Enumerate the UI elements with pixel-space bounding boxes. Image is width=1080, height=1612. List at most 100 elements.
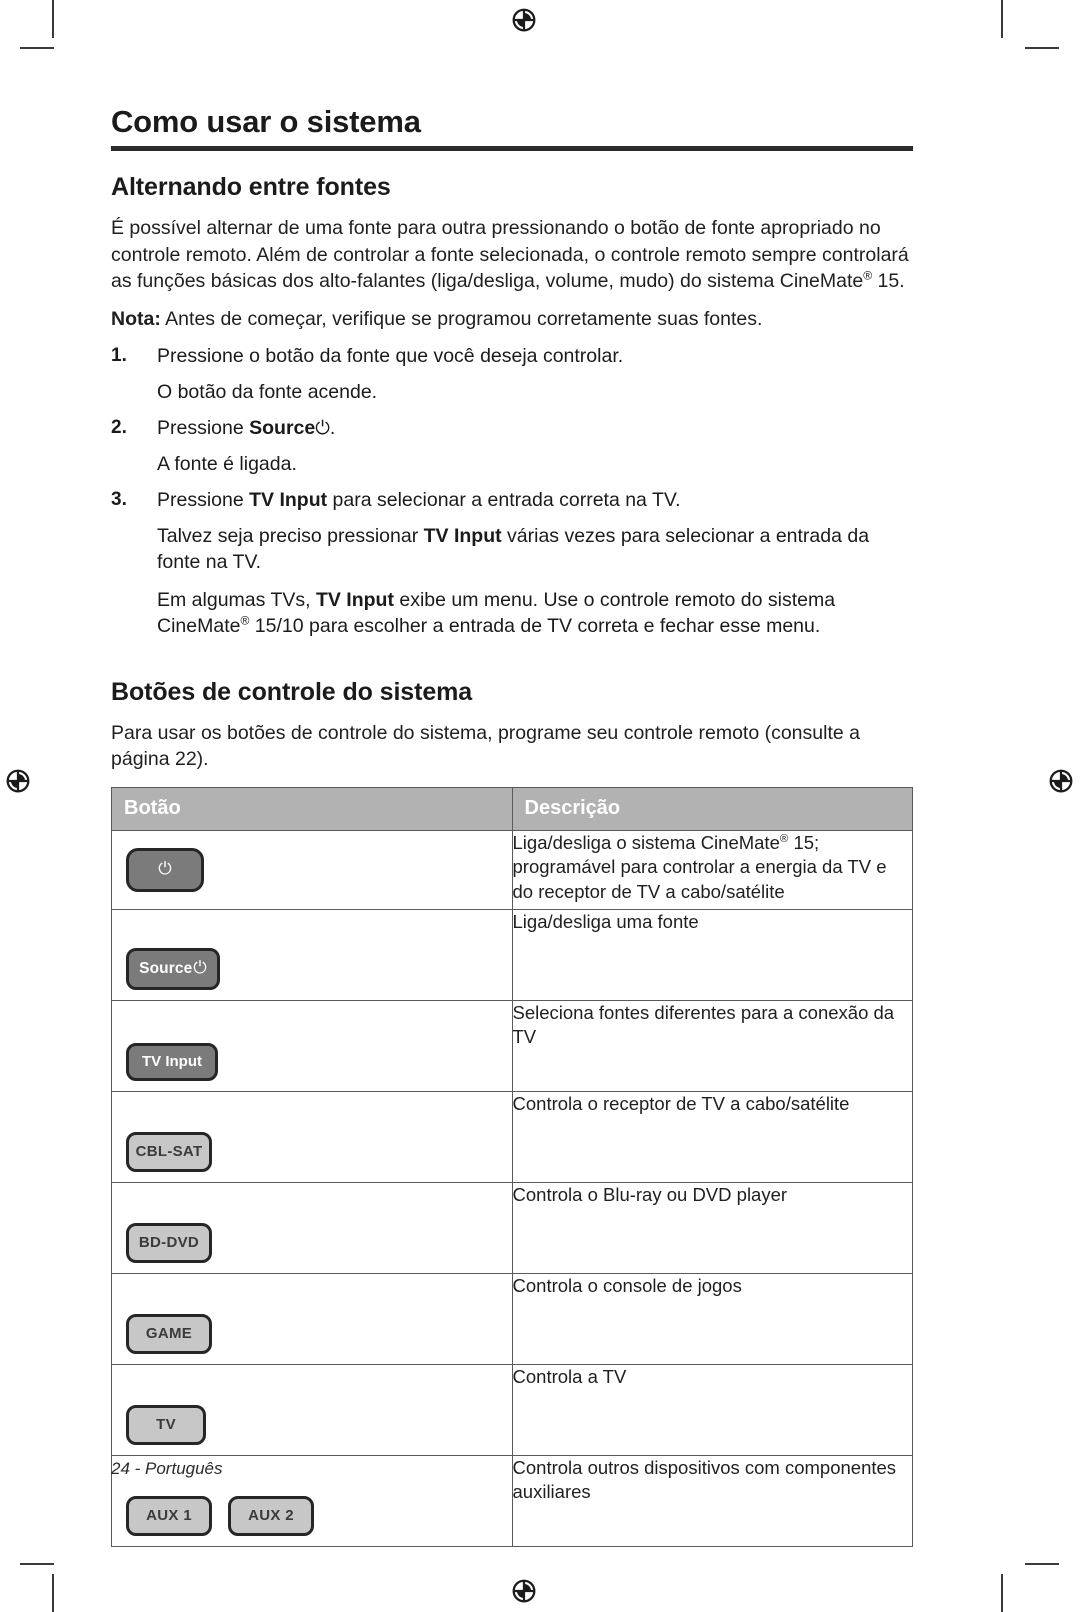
crop-mark-top-right-horizontal: [1025, 47, 1059, 49]
button-graphics-group: GAME: [112, 1274, 512, 1364]
description-text: Controla o console de jogos: [512, 1274, 742, 1296]
step-3-p3-c: 15/10 para escolher a entrada de TV corr…: [249, 615, 821, 638]
table-row: CBL-SAT Controla o receptor de TV a cabo/…: [111, 1090, 913, 1183]
step-3-paragraph-3: Em algumas TVs, TV Input exibe um menu. …: [157, 587, 913, 640]
crop-mark-top-right-vertical: [1001, 0, 1003, 38]
page-content: Como usar o sistema Alternando entre fon…: [111, 104, 913, 1547]
note-paragraph: Nota: Antes de começar, verifique se pro…: [111, 306, 913, 333]
crop-mark-bottom-right-vertical: [1001, 1574, 1003, 1612]
remote-key-game: GAME: [126, 1313, 212, 1354]
step-1-result: O botão da fonte acende.: [157, 380, 378, 403]
remote-key-label: CBL-SAT: [135, 1143, 203, 1161]
table-row: ⏻ Liga/desliga o sistema CineMate® 15; pr…: [111, 829, 913, 910]
step-2-number: 2.: [111, 417, 127, 439]
description-text: Liga/desliga uma fonte: [512, 910, 699, 932]
intro-paragraph: É possível alternar de uma fonte para ou…: [111, 215, 913, 295]
button-cell: TV Input: [111, 999, 513, 1092]
step-3-p3-a: Em algumas TVs,: [157, 588, 316, 611]
button-cell: ⏻: [111, 829, 513, 910]
crop-mark-top-left-vertical: [52, 0, 54, 38]
table-row: AUX 1 AUX 2 Controla outros dispositivos c…: [111, 1454, 913, 1547]
intro-text-b: 15.: [872, 270, 905, 293]
description-text: Controla outros dispositivos com compone…: [512, 1456, 897, 1503]
step-3-text-a: Pressione: [157, 489, 250, 512]
power-icon: ⏻: [158, 859, 172, 880]
remote-key-aux-1: AUX 1: [126, 1495, 212, 1536]
step-1: 1. Pressione o botão da fonte que você d…: [111, 343, 913, 370]
step-2-result: A fonte é ligada.: [157, 452, 297, 475]
page-footer: 24 - Português: [111, 1459, 223, 1478]
step-3-number: 3.: [111, 489, 127, 511]
button-cell: TV: [111, 1363, 513, 1456]
description-text: Controla o Blu-ray ou DVD player: [512, 1183, 788, 1205]
registration-target-icon: [1049, 769, 1073, 793]
crop-mark-top-left-horizontal: [20, 47, 54, 49]
description-text: Controla a TV: [512, 1365, 627, 1387]
botoes-intro-paragraph: Para usar os botões de controle do siste…: [111, 721, 860, 771]
section-heading-botoes: Botões de controle do sistema: [111, 677, 473, 706]
table-row: TV Input Seleciona fontes diferentes para…: [111, 999, 913, 1092]
registration-target-icon: [512, 8, 536, 32]
tv-input-keyword: TV Input: [249, 489, 328, 512]
tv-input-keyword: TV Input: [423, 524, 502, 547]
registration-target-icon: [512, 1579, 536, 1603]
step-2-text-a: Pressione: [157, 417, 250, 440]
description-cell: Liga/desliga o sistema CineMate® 15; pro…: [511, 829, 913, 910]
column-header-botao: Botão: [111, 786, 513, 831]
table-row: Source ⏻ Liga/desliga uma fonte: [111, 908, 913, 1001]
button-graphics-group: TV: [112, 1365, 512, 1455]
table-row: GAME Controla o console de jogos: [111, 1272, 913, 1365]
remote-key-label: AUX 1: [146, 1507, 192, 1525]
note-label: Nota:: [111, 307, 161, 330]
button-graphics-group: BD-DVD: [112, 1183, 512, 1273]
step-3-text: Pressione TV Input para selecionar a ent…: [157, 487, 913, 514]
step-3-paragraph-2: Talvez seja preciso pressionar TV Input …: [157, 523, 913, 576]
description-cell: Controla outros dispositivos com compone…: [511, 1454, 913, 1547]
remote-key-tv-input: TV Input: [126, 1042, 218, 1081]
step-3-text-b: para selecionar a entrada correta na TV.: [327, 489, 681, 512]
column-header-descricao: Descrição: [511, 786, 913, 831]
table-row: BD-DVD Controla o Blu-ray ou DVD player: [111, 1181, 913, 1274]
remote-key-label: GAME: [145, 1325, 193, 1343]
source-keyword: Source: [249, 417, 316, 440]
button-cell: CBL-SAT: [111, 1090, 513, 1183]
button-graphics-group: CBL-SAT: [112, 1092, 512, 1182]
section-heading-alternando: Alternando entre fontes: [111, 173, 391, 201]
remote-key-label: AUX 2: [248, 1507, 294, 1525]
crop-mark-bottom-left-horizontal: [20, 1563, 54, 1565]
power-icon: ⏻: [315, 418, 330, 440]
step-2: 2. Pressione Source⏻.: [111, 415, 913, 442]
remote-key-aux-2: AUX 2: [228, 1495, 314, 1536]
remote-key-label: BD-DVD: [138, 1234, 200, 1252]
step-3-p2-a: Talvez seja preciso pressionar: [157, 524, 424, 547]
button-cell: Source ⏻: [111, 908, 513, 1001]
remote-key-label: TV: [156, 1416, 176, 1434]
description-text: Controla o receptor de TV a cabo/satélit…: [512, 1092, 850, 1114]
note-text: Antes de começar, verifique se programou…: [160, 307, 763, 330]
remote-key-tv: TV: [126, 1404, 206, 1445]
description-cell: Controla o Blu-ray ou DVD player: [511, 1181, 913, 1274]
step-2-text: Pressione Source⏻.: [157, 415, 913, 442]
registered-mark: ®: [863, 268, 873, 283]
step-2-text-b: .: [329, 417, 336, 440]
description-cell: Liga/desliga uma fonte: [511, 908, 913, 1001]
description-cell: Controla a TV: [511, 1363, 913, 1456]
page-title: Como usar o sistema: [111, 104, 421, 139]
remote-key-label: TV Input: [142, 1053, 202, 1071]
description-text: Liga/desliga o sistema CineMate: [512, 831, 780, 853]
title-divider: [111, 146, 913, 151]
intro-text-a: É possível alternar de uma fonte para ou…: [111, 217, 909, 293]
step-1-number: 1.: [111, 345, 127, 367]
description-cell: Controla o console de jogos: [511, 1272, 913, 1365]
power-icon: ⏻: [193, 958, 207, 979]
table-body: ⏻ Liga/desliga o sistema CineMate® 15; pr…: [111, 829, 913, 1547]
description-text: Seleciona fontes diferentes para a conex…: [512, 1001, 895, 1048]
step-3: 3. Pressione TV Input para selecionar a …: [111, 487, 913, 514]
step-1-text: Pressione o botão da fonte que você dese…: [157, 345, 624, 368]
description-cell: Controla o receptor de TV a cabo/satélit…: [511, 1090, 913, 1183]
system-control-buttons-table: Botão Descrição ⏻ Liga/desliga o sistema …: [111, 786, 913, 1547]
description-cell: Seleciona fontes diferentes para a conex…: [511, 999, 913, 1092]
remote-key-label: Source: [139, 959, 193, 977]
remote-key-bd-dvd: BD-DVD: [126, 1222, 212, 1263]
remote-key-power: ⏻: [126, 847, 204, 892]
